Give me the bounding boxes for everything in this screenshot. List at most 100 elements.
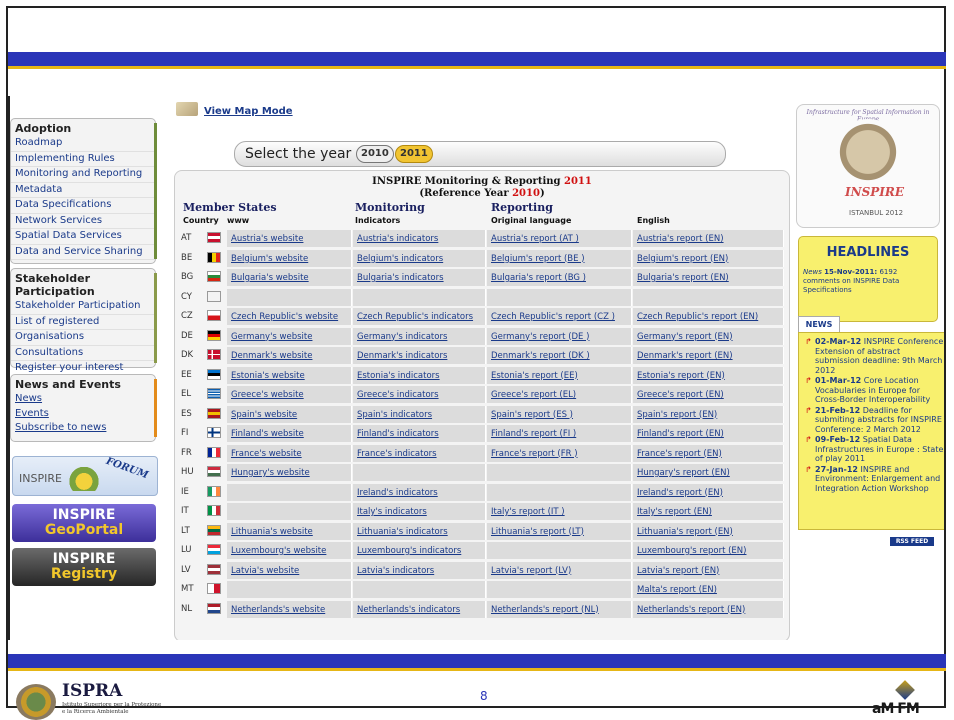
english-report-link[interactable]: Denmark's report (EN) [637,351,733,361]
sidebar-item-organisations[interactable]: Organisations [11,330,155,346]
website-link[interactable]: Belgium's website [231,254,308,264]
map-thumbnail-icon[interactable] [176,102,198,116]
original-report-link[interactable]: Italy's report (IT ) [491,507,565,517]
english-report-link[interactable]: Ireland's report (EN) [637,488,723,498]
original-report-link[interactable]: Finland's report (FI ) [491,429,576,439]
news-item[interactable]: 21-Feb-12 Deadline for submiting abstrac… [805,406,944,435]
indicators-link[interactable]: Bulgaria's indicators [357,273,444,283]
website-link[interactable]: Latvia's website [231,566,299,576]
indicators-link[interactable]: France's indicators [357,449,437,459]
sidebar-item-news[interactable]: News [11,392,155,407]
english-report-link[interactable]: Malta's report (EN) [637,585,717,595]
website-link[interactable]: Finland's website [231,429,304,439]
sidebar-item-stakeholder-participation[interactable]: Stakeholder Participation [11,299,155,315]
rss-feed-button[interactable]: RSS FEED [890,537,934,546]
inspire-conference-logo[interactable]: Infrastructure for Spatial Information i… [796,104,940,228]
indicators-link[interactable]: Germany's indicators [357,332,447,342]
original-report-link[interactable]: Germany's report (DE ) [491,332,589,342]
website-link[interactable]: Netherlands's website [231,605,325,615]
website-link[interactable]: Germany's website [231,332,312,342]
original-report-link[interactable]: Lithuania's report (LT) [491,527,584,537]
inspire-registry-banner[interactable]: INSPIRE Registry [12,548,156,586]
website-link[interactable]: Hungary's website [231,468,310,478]
original-report-link[interactable]: Estonia's report (EE) [491,371,578,381]
sidebar-item-roadmap[interactable]: Roadmap [11,136,155,152]
indicators-link[interactable]: Latvia's indicators [357,566,434,576]
original-report-link[interactable]: Greece's report (EL) [491,390,576,400]
english-report-link[interactable]: Germany's report (EN) [637,332,733,342]
website-link[interactable]: Austria's website [231,234,303,244]
sidebar-item-monitoring-reporting[interactable]: Monitoring and Reporting [11,167,155,183]
news-item[interactable]: 01-Mar-12 Core Location Vocabularies in … [805,376,944,405]
indicators-link[interactable]: Finland's indicators [357,429,439,439]
english-report-link[interactable]: Netherlands's report (EN) [637,605,745,615]
original-report-link[interactable]: Latvia's report (LV) [491,566,571,576]
indicators-link[interactable]: Lithuania's indicators [357,527,448,537]
english-report-link[interactable]: Luxembourg's report (EN) [637,546,746,556]
original-report-link[interactable]: Spain's report (ES ) [491,410,573,420]
indicators-link[interactable]: Austria's indicators [357,234,438,244]
original-report-link[interactable]: Bulgaria's report (BG ) [491,273,586,283]
view-map-mode-link[interactable]: View Map Mode [204,106,293,117]
original-report-link[interactable]: Netherlands's report (NL) [491,605,599,615]
website-link[interactable]: Greece's website [231,390,304,400]
english-report-link[interactable]: Hungary's report (EN) [637,468,730,478]
website-link[interactable]: Czech Republic's website [231,312,338,322]
original-report-link[interactable]: Austria's report (AT ) [491,234,579,244]
sidebar-item-data-service-sharing[interactable]: Data and Service Sharing [11,245,155,260]
indicators-link[interactable]: Denmark's indicators [357,351,447,361]
year-2010-button[interactable]: 2010 [356,145,394,163]
news-item[interactable]: 02-Mar-12 INSPIRE Conference: Extension … [805,337,944,375]
sidebar-item-implementing-rules[interactable]: Implementing Rules [11,152,155,167]
table-cell: Germany's indicators [353,327,486,345]
english-report-link[interactable]: Austria's report (EN) [637,234,724,244]
website-link[interactable]: Bulgaria's website [231,273,309,283]
year-2011-button[interactable]: 2011 [395,145,433,163]
sidebar-item-spatial-data-services[interactable]: Spatial Data Services [11,229,155,245]
indicators-link[interactable]: Czech Republic's indicators [357,312,473,322]
sidebar-item-network-services[interactable]: Network Services [11,214,155,229]
news-tab[interactable]: NEWS [798,316,840,333]
indicators-link[interactable]: Netherlands's indicators [357,605,460,615]
english-report-link[interactable]: Spain's report (EN) [637,410,717,420]
english-report-link[interactable]: Belgium's report (EN) [637,254,728,264]
sidebar-item-consultations[interactable]: Consultations [11,346,155,361]
indicators-link[interactable]: Ireland's indicators [357,488,438,498]
indicators-link[interactable]: Luxembourg's indicators [357,546,461,556]
news-item[interactable]: 09-Feb-12 Spatial Data Infrastructures i… [805,435,944,464]
original-report-link[interactable]: Belgium's report (BE ) [491,254,585,264]
sidebar-item-list-registered[interactable]: List of registered [11,315,155,330]
english-report-link[interactable]: Bulgaria's report (EN) [637,273,729,283]
english-report-link[interactable]: Lithuania's report (EN) [637,527,733,537]
english-report-link[interactable]: Czech Republic's report (EN) [637,312,758,322]
indicators-link[interactable]: Estonia's indicators [357,371,440,381]
english-report-link[interactable]: Finland's report (EN) [637,429,724,439]
english-report-link[interactable]: France's report (EN) [637,449,722,459]
sidebar-item-data-specifications[interactable]: Data Specifications [11,198,155,214]
original-report-link[interactable]: France's report (FR ) [491,449,578,459]
website-link[interactable]: Luxembourg's website [231,546,326,556]
indicators-link[interactable]: Belgium's indicators [357,254,443,264]
website-link[interactable]: Estonia's website [231,371,305,381]
indicators-link[interactable]: Greece's indicators [357,390,439,400]
country-code: FR [181,447,192,458]
inspire-geoportal-banner[interactable]: INSPIRE GeoPortal [12,504,156,542]
website-link[interactable]: Spain's website [231,410,297,420]
news-item[interactable]: 27-Jan-12 INSPIRE and Environment: Enlar… [805,465,944,494]
website-link[interactable]: Lithuania's website [231,527,313,537]
original-report-link[interactable]: Denmark's report (DK ) [491,351,590,361]
english-report-link[interactable]: Estonia's report (EN) [637,371,725,381]
inspire-forum-banner[interactable]: INSPIRE FORUM [12,456,158,496]
indicators-link[interactable]: Spain's indicators [357,410,432,420]
english-report-link[interactable]: Italy's report (EN) [637,507,712,517]
sidebar-item-subscribe[interactable]: Subscribe to news [11,421,155,436]
headline-item[interactable]: News 15-Nov-2011: 6192 comments on INSPI… [803,268,933,295]
website-link[interactable]: Denmark's website [231,351,312,361]
original-report-link[interactable]: Czech Republic's report (CZ ) [491,312,615,322]
website-link[interactable]: France's website [231,449,302,459]
sidebar-item-events[interactable]: Events [11,407,155,422]
sidebar-item-metadata[interactable]: Metadata [11,183,155,198]
english-report-link[interactable]: Latvia's report (EN) [637,566,719,576]
english-report-link[interactable]: Greece's report (EN) [637,390,724,400]
indicators-link[interactable]: Italy's indicators [357,507,427,517]
